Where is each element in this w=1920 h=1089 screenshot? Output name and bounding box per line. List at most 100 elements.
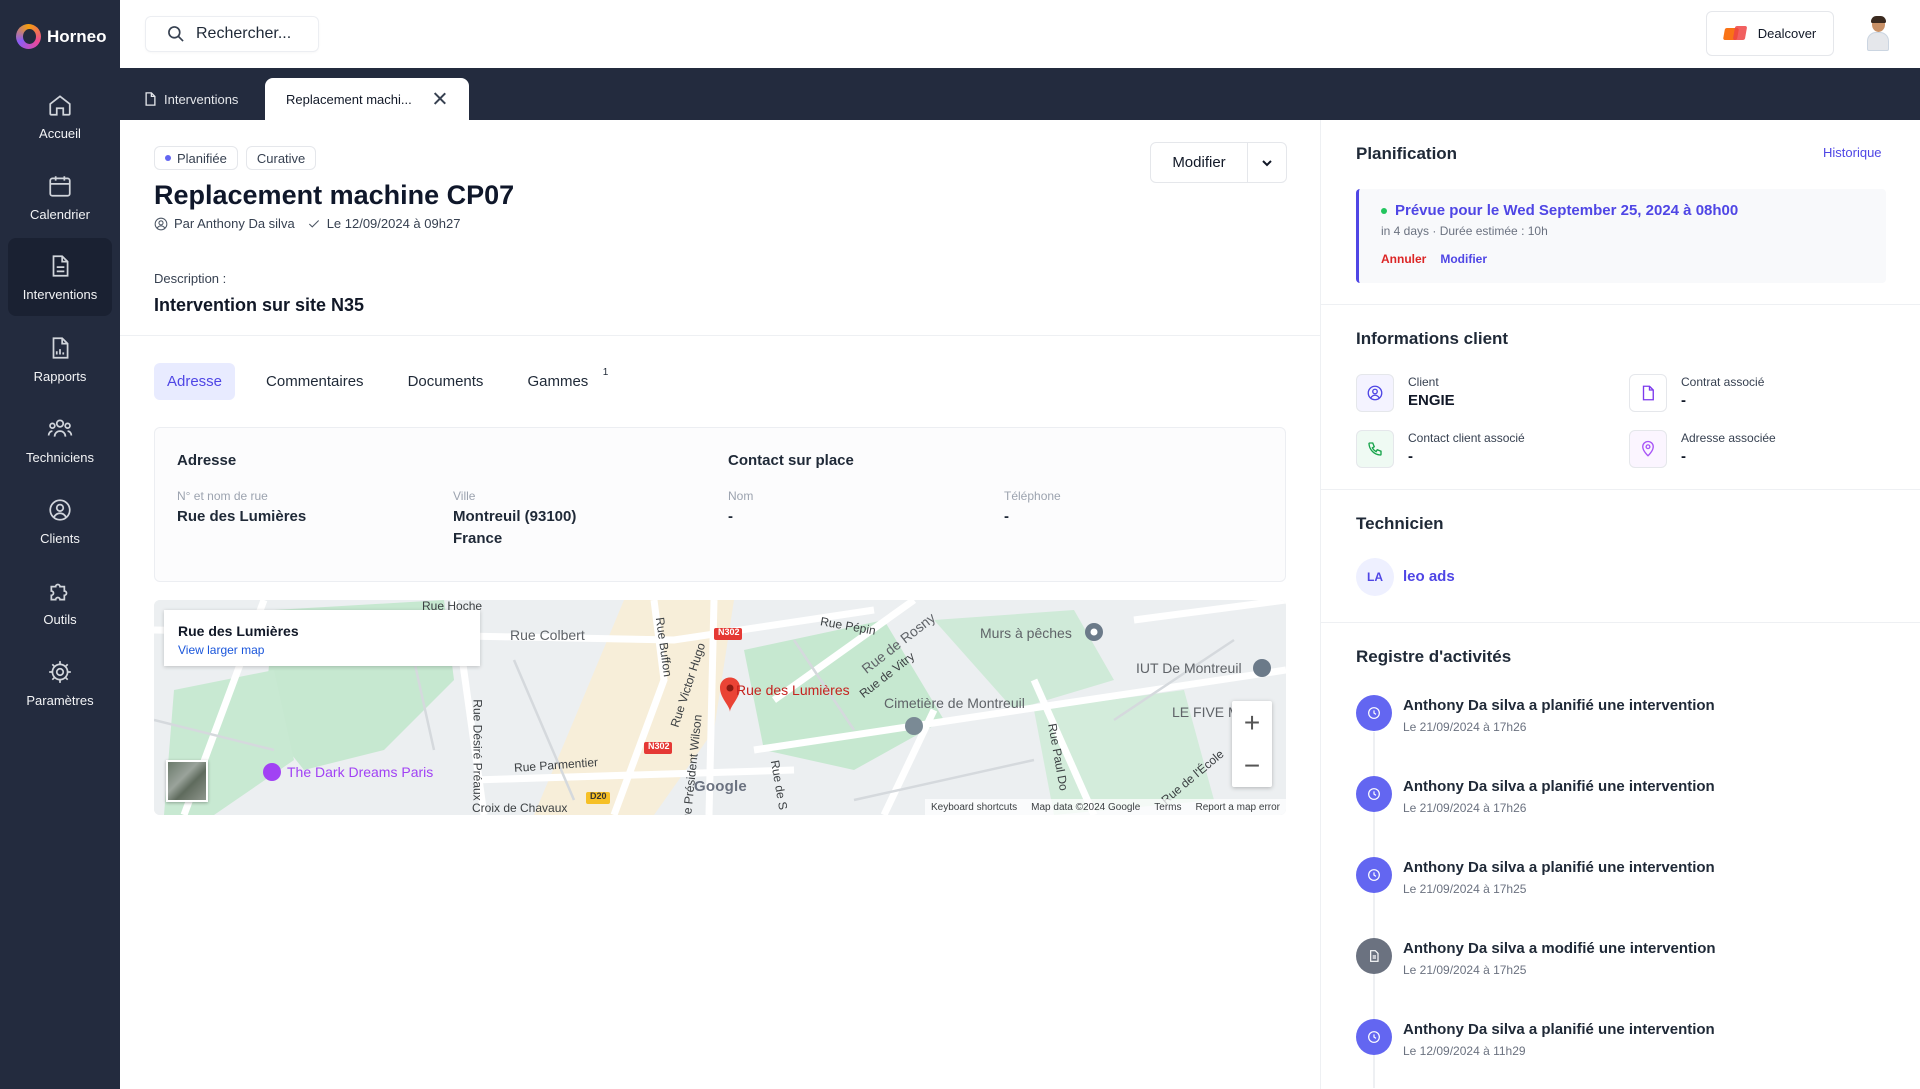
status-badges: Planifiée Curative [154, 146, 317, 170]
tab-label: Gammes [527, 373, 589, 390]
contact-value: - [1408, 448, 1413, 465]
city-label: Ville [453, 489, 476, 503]
client-value[interactable]: ENGIE [1408, 392, 1455, 409]
map-poi-label: Cimetière de Montreuil [884, 695, 1025, 711]
document-icon [52, 254, 69, 277]
contact-icon-box [1356, 430, 1394, 468]
nav-item-clients[interactable]: Clients [8, 482, 112, 560]
report-icon [52, 336, 69, 359]
tab-label: Documents [407, 373, 484, 390]
nav-label: Clients [40, 530, 80, 546]
app-logo[interactable]: Horneo [16, 24, 107, 49]
activity-date: Le 21/09/2024 à 17h26 [1403, 720, 1527, 734]
view-larger-map-link[interactable]: View larger map [178, 643, 480, 657]
modify-planning-link[interactable]: Modifier [1440, 252, 1487, 266]
check-icon [308, 219, 319, 228]
puzzle-icon [50, 583, 68, 601]
technician-name[interactable]: leo ads [1403, 568, 1455, 585]
main-content: Planifiée Curative Replacement machine C… [120, 120, 1320, 1089]
activity-item-icon [1356, 857, 1392, 893]
satellite-toggle-button[interactable] [166, 760, 208, 802]
phone-icon [1368, 442, 1382, 456]
city-value: Montreuil (93100) [453, 508, 577, 525]
tab-interventions[interactable]: Interventions [144, 78, 238, 120]
address-icon-box [1629, 430, 1667, 468]
tab-label: Replacement machi... [286, 91, 412, 107]
tab-replacement[interactable]: Replacement machi... [265, 78, 469, 120]
country-value: France [453, 530, 503, 547]
tab-count: 1 [602, 367, 609, 378]
description-label: Description : [154, 271, 227, 286]
status-badge: Planifiée [154, 146, 238, 170]
history-link[interactable]: Historique [1823, 145, 1882, 160]
map-street-label: Rue Colbert [510, 627, 585, 643]
map-place-name: Rue des Lumières [178, 623, 299, 639]
search-icon [168, 26, 184, 42]
clock-icon [1368, 707, 1380, 719]
nav-item-techniciens[interactable]: Techniciens [8, 401, 112, 479]
address-card: Adresse N° et nom de rue Rue des Lumière… [154, 427, 1286, 582]
terms-link[interactable]: Terms [1154, 802, 1181, 813]
nav-item-parametres[interactable]: Paramètres [8, 644, 112, 722]
planning-card: Prévue pour le Wed September 25, 2024 à … [1356, 189, 1886, 283]
page-title: Replacement machine CP07 [154, 180, 515, 210]
map-road-label: N302 [648, 741, 670, 751]
tab-commentaires[interactable]: Commentaires [253, 363, 377, 400]
logo-mark-icon [16, 24, 41, 49]
date-meta: Le 12/09/2024 à 09h27 [307, 216, 460, 231]
avatar-hair [1871, 16, 1886, 23]
keyboard-shortcuts-link[interactable]: Keyboard shortcuts [931, 802, 1017, 813]
activity-date: Le 21/09/2024 à 17h25 [1403, 882, 1527, 896]
tab-label: Adresse [167, 373, 223, 390]
map-poi-label: LE FIVE M [1172, 704, 1240, 720]
modify-dropdown-button[interactable] [1248, 143, 1286, 182]
divider [1321, 489, 1920, 490]
tab-gammes[interactable]: Gammes 1 [514, 363, 610, 400]
search-input[interactable]: Rechercher... [145, 16, 319, 52]
zoom-in-button[interactable]: + [1232, 701, 1272, 744]
map-data-text: Map data ©2024 Google [1031, 801, 1141, 813]
file-icon [1642, 385, 1654, 401]
tab-label: Commentaires [266, 373, 364, 390]
user-avatar[interactable] [1863, 16, 1893, 51]
clock-icon [1368, 869, 1380, 881]
nav-label: Outils [43, 611, 77, 627]
chevron-down-icon [1262, 159, 1272, 166]
company-switcher-button[interactable]: Dealcover [1706, 11, 1834, 56]
nav-item-accueil[interactable]: Accueil [8, 77, 112, 155]
nav-item-rapports[interactable]: Rapports [8, 320, 112, 398]
report-map-error-link[interactable]: Report a map error [1196, 802, 1280, 813]
map-poi-label: Murs à pêches [980, 625, 1072, 641]
close-icon[interactable] [432, 91, 447, 106]
detail-tabs: Adresse Commentaires Documents Gammes 1 [154, 363, 610, 400]
contract-icon-box [1629, 374, 1667, 412]
intervention-meta: Par Anthony Da silva Le 12/09/2024 à 09h… [154, 216, 460, 231]
tab-documents[interactable]: Documents [395, 363, 497, 400]
nav-item-outils[interactable]: Outils [8, 563, 112, 641]
planning-subtext: in 4 days · Durée estimée : 10h [1381, 224, 1548, 238]
map-marker-label: Rue des Lumières [736, 682, 850, 698]
description-value: Intervention sur site N35 [154, 295, 365, 315]
client-icon-box [1356, 374, 1394, 412]
map-place-label: Croix de Chavaux [472, 801, 568, 815]
divider [120, 335, 1320, 336]
nav-item-interventions[interactable]: Interventions [8, 238, 112, 316]
nav-item-calendrier[interactable]: Calendrier [8, 158, 112, 236]
contact-name-value: - [728, 508, 733, 525]
contact-name-label: Nom [728, 489, 754, 503]
map-poi-label: The Dark Dreams Paris [287, 764, 434, 780]
search-placeholder: Rechercher... [196, 25, 292, 42]
nav-label: Interventions [22, 286, 98, 302]
company-name: Dealcover [1757, 26, 1817, 41]
status-dot [1381, 207, 1387, 214]
tab-adresse[interactable]: Adresse [154, 363, 236, 400]
activity-date: Le 12/09/2024 à 11h29 [1403, 1044, 1526, 1058]
location-map[interactable]: Rue Hoche Rue Colbert Rue Pépin Rue de R… [154, 600, 1286, 815]
zoom-out-button[interactable]: − [1232, 744, 1272, 787]
modify-button[interactable]: Modifier [1151, 143, 1248, 182]
tab-bar: Interventions Replacement machi... [120, 68, 1920, 120]
status-badge-label: Planifiée [177, 150, 227, 166]
type-badge-label: Curative [256, 150, 306, 166]
cancel-planning-link[interactable]: Annuler [1381, 252, 1426, 266]
document-icon [1370, 950, 1379, 962]
